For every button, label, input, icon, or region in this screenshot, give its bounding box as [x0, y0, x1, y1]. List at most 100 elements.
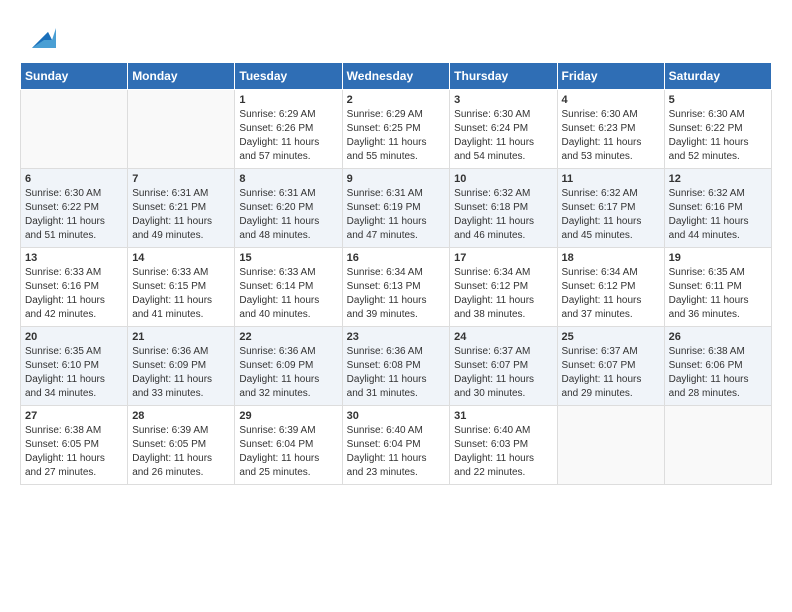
calendar-day-cell: 7Sunrise: 6:31 AM Sunset: 6:21 PM Daylig… — [128, 169, 235, 248]
day-number: 16 — [347, 252, 446, 264]
weekday-header: Tuesday — [235, 63, 342, 90]
calendar-day-cell: 3 Sunrise: 6:30 AM Sunset: 6:24 PM Daylig… — [450, 90, 557, 169]
day-number: 28 — [132, 410, 230, 422]
calendar-day-cell: 12 Sunrise: 6:32 AM Sunset: 6:16 PM Dayli… — [664, 169, 771, 248]
calendar-day-cell: 17 Sunrise: 6:34 AM Sunset: 6:12 PM Dayli… — [450, 248, 557, 327]
day-number: 22 — [239, 331, 337, 343]
day-info: Sunrise: 6:37 AM Sunset: 6:07 PM Dayligh… — [562, 345, 660, 401]
day-number: 18 — [562, 252, 660, 264]
day-number: 31 — [454, 410, 552, 422]
day-info: Sunrise: 6:30 AM Sunset: 6:22 PM Dayligh… — [25, 187, 123, 243]
day-number: 21 — [132, 331, 230, 343]
calendar-day-cell: 8 Sunrise: 6:31 AM Sunset: 6:20 PM Daylig… — [235, 169, 342, 248]
day-info: Sunrise: 6:34 AM Sunset: 6:12 PM Dayligh… — [562, 266, 660, 322]
day-info: Sunrise: 6:32 AM Sunset: 6:16 PM Dayligh… — [669, 187, 767, 243]
calendar-day-cell — [128, 90, 235, 169]
day-info: Sunrise: 6:33 AM Sunset: 6:15 PM Dayligh… — [132, 266, 230, 322]
day-info: Sunrise: 6:30 AM Sunset: 6:24 PM Dayligh… — [454, 108, 552, 164]
day-number: 4 — [562, 94, 660, 106]
day-info: Sunrise: 6:34 AM Sunset: 6:13 PM Dayligh… — [347, 266, 446, 322]
weekday-header: Wednesday — [342, 63, 450, 90]
day-number: 2 — [347, 94, 446, 106]
day-number: 19 — [669, 252, 767, 264]
day-info: Sunrise: 6:30 AM Sunset: 6:22 PM Dayligh… — [669, 108, 767, 164]
day-info: Sunrise: 6:38 AM Sunset: 6:05 PM Dayligh… — [25, 424, 123, 480]
page: SundayMondayTuesdayWednesdayThursdayFrid… — [0, 0, 792, 495]
calendar-day-cell — [664, 406, 771, 485]
calendar-day-cell: 27 Sunrise: 6:38 AM Sunset: 6:05 PM Dayli… — [21, 406, 128, 485]
day-info: Sunrise: 6:33 AM Sunset: 6:14 PM Dayligh… — [239, 266, 337, 322]
calendar: SundayMondayTuesdayWednesdayThursdayFrid… — [20, 62, 772, 485]
calendar-day-cell: 26 Sunrise: 6:38 AM Sunset: 6:06 PM Dayli… — [664, 327, 771, 406]
logo-icon — [24, 20, 56, 52]
day-number: 14 — [132, 252, 230, 264]
calendar-day-cell: 18 Sunrise: 6:34 AM Sunset: 6:12 PM Dayli… — [557, 248, 664, 327]
weekday-header: Sunday — [21, 63, 128, 90]
day-number: 27 — [25, 410, 123, 422]
calendar-week-row: 1 Sunrise: 6:29 AM Sunset: 6:26 PM Daylig… — [21, 90, 772, 169]
day-info: Sunrise: 6:35 AM Sunset: 6:11 PM Dayligh… — [669, 266, 767, 322]
weekday-header: Thursday — [450, 63, 557, 90]
calendar-day-cell: 19 Sunrise: 6:35 AM Sunset: 6:11 PM Dayli… — [664, 248, 771, 327]
calendar-day-cell: 28 Sunrise: 6:39 AM Sunset: 6:05 PM Dayli… — [128, 406, 235, 485]
logo — [20, 20, 56, 52]
weekday-header: Friday — [557, 63, 664, 90]
day-number: 24 — [454, 331, 552, 343]
calendar-day-cell: 10Sunrise: 6:32 AM Sunset: 6:18 PM Dayli… — [450, 169, 557, 248]
day-info: Sunrise: 6:29 AM Sunset: 6:25 PM Dayligh… — [347, 108, 446, 164]
day-info: Sunrise: 6:31 AM Sunset: 6:19 PM Dayligh… — [347, 187, 446, 243]
calendar-day-cell: 5 Sunrise: 6:30 AM Sunset: 6:22 PM Daylig… — [664, 90, 771, 169]
weekday-header: Saturday — [664, 63, 771, 90]
calendar-day-cell: 6Sunrise: 6:30 AM Sunset: 6:22 PM Daylig… — [21, 169, 128, 248]
day-number: 12 — [669, 173, 767, 185]
day-info: Sunrise: 6:35 AM Sunset: 6:10 PM Dayligh… — [25, 345, 123, 401]
day-info: Sunrise: 6:36 AM Sunset: 6:08 PM Dayligh… — [347, 345, 446, 401]
day-number: 15 — [239, 252, 337, 264]
calendar-day-cell: 15 Sunrise: 6:33 AM Sunset: 6:14 PM Dayli… — [235, 248, 342, 327]
calendar-week-row: 27 Sunrise: 6:38 AM Sunset: 6:05 PM Dayli… — [21, 406, 772, 485]
day-info: Sunrise: 6:37 AM Sunset: 6:07 PM Dayligh… — [454, 345, 552, 401]
day-number: 7 — [132, 173, 230, 185]
day-info: Sunrise: 6:30 AM Sunset: 6:23 PM Dayligh… — [562, 108, 660, 164]
calendar-day-cell: 29 Sunrise: 6:39 AM Sunset: 6:04 PM Dayli… — [235, 406, 342, 485]
calendar-day-cell: 25 Sunrise: 6:37 AM Sunset: 6:07 PM Dayli… — [557, 327, 664, 406]
day-number: 29 — [239, 410, 337, 422]
calendar-week-row: 13Sunrise: 6:33 AM Sunset: 6:16 PM Dayli… — [21, 248, 772, 327]
header — [20, 20, 772, 52]
day-number: 26 — [669, 331, 767, 343]
day-number: 17 — [454, 252, 552, 264]
day-info: Sunrise: 6:36 AM Sunset: 6:09 PM Dayligh… — [239, 345, 337, 401]
calendar-day-cell: 30 Sunrise: 6:40 AM Sunset: 6:04 PM Dayli… — [342, 406, 450, 485]
calendar-day-cell: 14 Sunrise: 6:33 AM Sunset: 6:15 PM Dayli… — [128, 248, 235, 327]
day-number: 10 — [454, 173, 552, 185]
day-number: 30 — [347, 410, 446, 422]
day-info: Sunrise: 6:40 AM Sunset: 6:03 PM Dayligh… — [454, 424, 552, 480]
day-number: 8 — [239, 173, 337, 185]
day-info: Sunrise: 6:34 AM Sunset: 6:12 PM Dayligh… — [454, 266, 552, 322]
calendar-day-cell: 1 Sunrise: 6:29 AM Sunset: 6:26 PM Daylig… — [235, 90, 342, 169]
day-info: Sunrise: 6:38 AM Sunset: 6:06 PM Dayligh… — [669, 345, 767, 401]
day-number: 11 — [562, 173, 660, 185]
day-number: 20 — [25, 331, 123, 343]
day-number: 1 — [239, 94, 337, 106]
day-number: 25 — [562, 331, 660, 343]
day-info: Sunrise: 6:32 AM Sunset: 6:17 PM Dayligh… — [562, 187, 660, 243]
day-number: 3 — [454, 94, 552, 106]
day-number: 9 — [347, 173, 446, 185]
calendar-day-cell — [21, 90, 128, 169]
calendar-day-cell: 9 Sunrise: 6:31 AM Sunset: 6:19 PM Daylig… — [342, 169, 450, 248]
day-info: Sunrise: 6:39 AM Sunset: 6:04 PM Dayligh… — [239, 424, 337, 480]
day-number: 5 — [669, 94, 767, 106]
day-info: Sunrise: 6:29 AM Sunset: 6:26 PM Dayligh… — [239, 108, 337, 164]
calendar-header-row: SundayMondayTuesdayWednesdayThursdayFrid… — [21, 63, 772, 90]
day-number: 13 — [25, 252, 123, 264]
calendar-day-cell — [557, 406, 664, 485]
calendar-day-cell: 20 Sunrise: 6:35 AM Sunset: 6:10 PM Dayli… — [21, 327, 128, 406]
calendar-week-row: 6Sunrise: 6:30 AM Sunset: 6:22 PM Daylig… — [21, 169, 772, 248]
calendar-day-cell: 24 Sunrise: 6:37 AM Sunset: 6:07 PM Dayli… — [450, 327, 557, 406]
day-info: Sunrise: 6:31 AM Sunset: 6:20 PM Dayligh… — [239, 187, 337, 243]
day-info: Sunrise: 6:39 AM Sunset: 6:05 PM Dayligh… — [132, 424, 230, 480]
weekday-header: Monday — [128, 63, 235, 90]
calendar-week-row: 20 Sunrise: 6:35 AM Sunset: 6:10 PM Dayli… — [21, 327, 772, 406]
day-info: Sunrise: 6:40 AM Sunset: 6:04 PM Dayligh… — [347, 424, 446, 480]
